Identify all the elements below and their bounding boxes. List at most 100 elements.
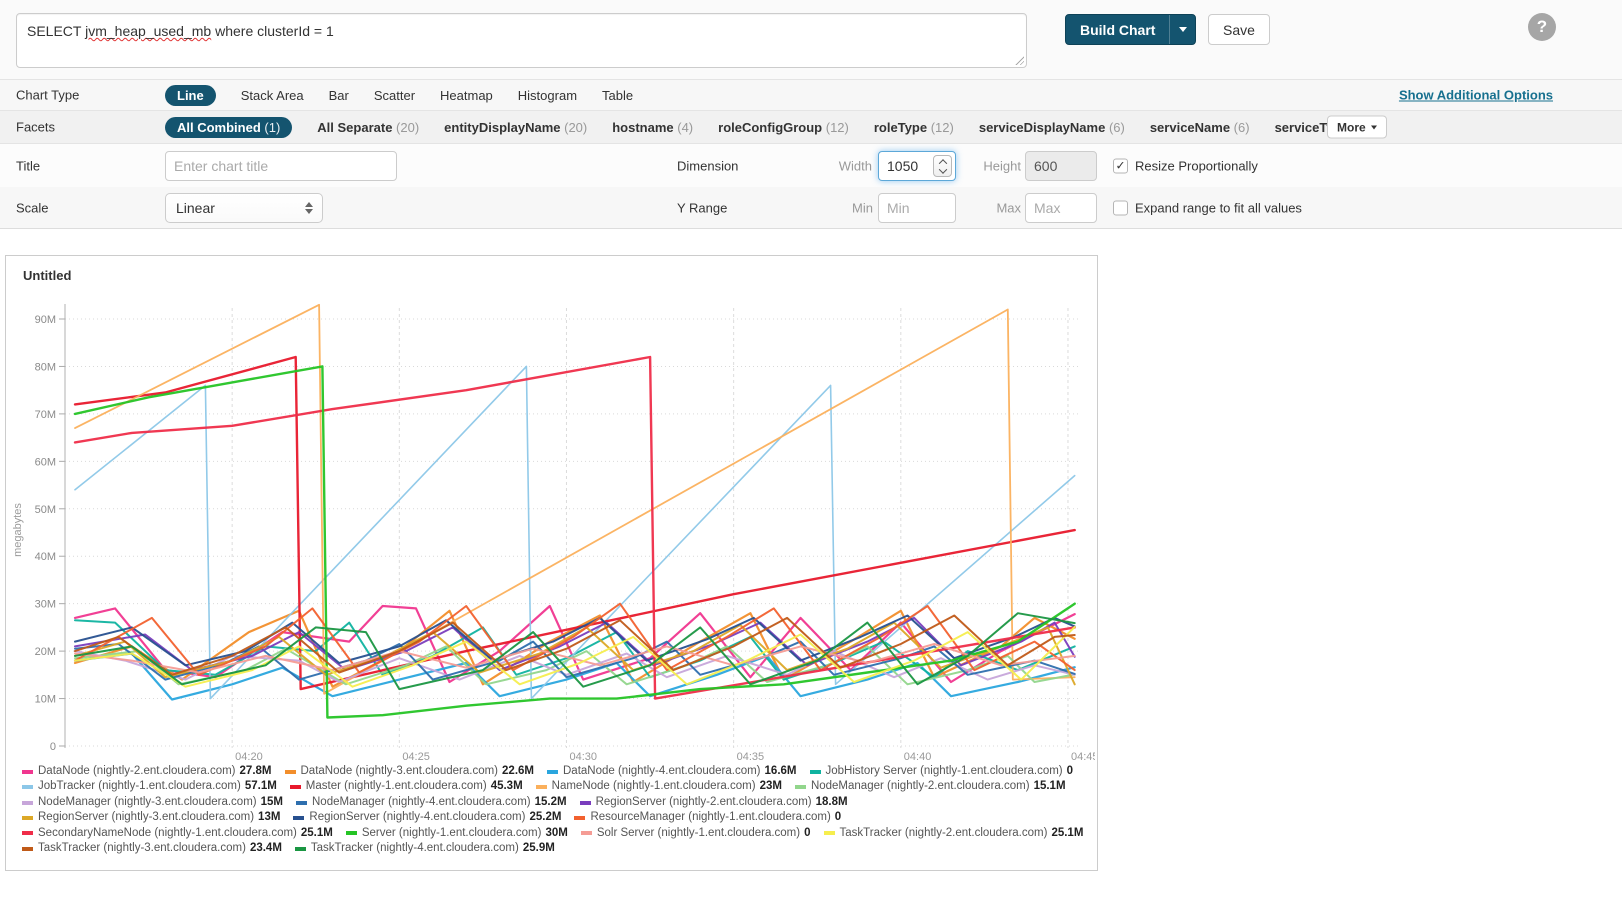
chart-type-tab[interactable]: Stack Area bbox=[241, 88, 304, 103]
facet-option[interactable]: hostname (4) bbox=[612, 120, 693, 135]
legend-item[interactable]: RegionServer (nightly-4.ent.cloudera.com… bbox=[293, 810, 561, 825]
legend-series-name: DataNode (nightly-4.ent.cloudera.com) bbox=[563, 764, 761, 779]
x-tick-label: 04:20 bbox=[235, 751, 263, 760]
resize-proportionally-checkbox[interactable]: ✓ bbox=[1113, 158, 1128, 173]
legend-item[interactable]: JobHistory Server (nightly-1.ent.clouder… bbox=[810, 764, 1074, 779]
chart-type-tab[interactable]: Scatter bbox=[374, 88, 415, 103]
build-chart-dropdown[interactable] bbox=[1169, 15, 1195, 44]
title-label: Title bbox=[16, 158, 40, 173]
legend-series-value: 0 bbox=[835, 810, 841, 825]
legend-series-name: DataNode (nightly-3.ent.cloudera.com) bbox=[301, 764, 499, 779]
help-icon[interactable]: ? bbox=[1528, 13, 1556, 41]
expand-range-label: Expand range to fit all values bbox=[1135, 200, 1302, 215]
legend-series-name: SecondaryNameNode (nightly-1.ent.clouder… bbox=[38, 826, 297, 841]
scale-select-value: Linear bbox=[176, 200, 215, 216]
legend-series-value: 25.1M bbox=[1051, 826, 1083, 841]
chart-type-tab[interactable]: Bar bbox=[329, 88, 349, 103]
expand-range-checkbox[interactable] bbox=[1113, 200, 1128, 215]
legend-series-value: 0 bbox=[804, 826, 810, 841]
textarea-resize-grip[interactable] bbox=[1014, 55, 1024, 65]
legend-item[interactable]: NodeManager (nightly-2.ent.cloudera.com)… bbox=[795, 779, 1066, 794]
legend-item[interactable]: SecondaryNameNode (nightly-1.ent.clouder… bbox=[22, 826, 333, 841]
legend-item[interactable]: ResourceManager (nightly-1.ent.cloudera.… bbox=[574, 810, 841, 825]
legend-series-name: Solr Server (nightly-1.ent.cloudera.com) bbox=[597, 826, 800, 841]
yrange-label: Y Range bbox=[677, 200, 727, 215]
facet-option[interactable]: All Combined (1) bbox=[165, 117, 292, 138]
facet-option[interactable]: All Separate (20) bbox=[317, 120, 419, 135]
chart-title-input[interactable] bbox=[165, 151, 397, 181]
height-input[interactable] bbox=[1025, 151, 1097, 181]
help-glyph: ? bbox=[1537, 17, 1547, 37]
legend-item[interactable]: RegionServer (nightly-3.ent.cloudera.com… bbox=[22, 810, 280, 825]
width-stepper[interactable] bbox=[933, 155, 952, 177]
legend-series-name: NodeManager (nightly-4.ent.cloudera.com) bbox=[312, 795, 531, 810]
legend-item[interactable]: Master (nightly-1.ent.cloudera.com)45.3M bbox=[290, 779, 523, 794]
chart-plot[interactable]: 010M20M30M40M50M60M70M80M90M04:2004:2504… bbox=[9, 290, 1095, 760]
legend-series-value: 25.9M bbox=[523, 841, 555, 856]
chart-type-tab[interactable]: Histogram bbox=[518, 88, 577, 103]
y-tick-label: 50M bbox=[35, 504, 56, 516]
x-tick-label: 04:35 bbox=[737, 751, 765, 760]
resize-proportionally-label: Resize Proportionally bbox=[1135, 158, 1258, 173]
legend-item[interactable]: NodeManager (nightly-3.ent.cloudera.com)… bbox=[22, 795, 283, 810]
legend-series-name: NameNode (nightly-1.ent.cloudera.com) bbox=[552, 779, 756, 794]
show-additional-options-link[interactable]: Show Additional Options bbox=[1399, 88, 1553, 103]
chart-type-tab[interactable]: Table bbox=[602, 88, 633, 103]
legend-swatch bbox=[580, 801, 591, 805]
ymin-input[interactable] bbox=[878, 193, 956, 223]
y-tick-label: 0 bbox=[50, 741, 56, 753]
x-tick-label: 04:40 bbox=[904, 751, 932, 760]
legend-series-name: NodeManager (nightly-3.ent.cloudera.com) bbox=[38, 795, 257, 810]
legend-series-name: NodeManager (nightly-2.ent.cloudera.com) bbox=[811, 779, 1030, 794]
scale-select[interactable]: Linear bbox=[165, 193, 323, 223]
scale-label: Scale bbox=[16, 200, 49, 215]
facet-option[interactable]: entityDisplayName (20) bbox=[444, 120, 587, 135]
y-tick-label: 20M bbox=[35, 646, 56, 658]
legend-series-value: 27.8M bbox=[240, 764, 272, 779]
query-input[interactable]: SELECT jvm_heap_used_mb where clusterId … bbox=[16, 13, 1027, 68]
legend-series-name: JobHistory Server (nightly-1.ent.clouder… bbox=[826, 764, 1063, 779]
legend-item[interactable]: TaskTracker (nightly-4.ent.cloudera.com)… bbox=[295, 841, 555, 856]
legend-item[interactable]: NameNode (nightly-1.ent.cloudera.com)23M bbox=[536, 779, 782, 794]
facets-more-button[interactable]: More bbox=[1327, 116, 1387, 139]
facet-option[interactable]: serviceName (6) bbox=[1150, 120, 1250, 135]
legend-item[interactable]: Solr Server (nightly-1.ent.cloudera.com)… bbox=[581, 826, 811, 841]
legend-item[interactable]: JobTracker (nightly-1.ent.cloudera.com)5… bbox=[22, 779, 277, 794]
legend-series-value: 0 bbox=[1067, 764, 1073, 779]
facet-option[interactable]: serviceDisplayName (6) bbox=[979, 120, 1125, 135]
legend-item[interactable]: NodeManager (nightly-4.ent.cloudera.com)… bbox=[296, 795, 567, 810]
legend-item[interactable]: TaskTracker (nightly-2.ent.cloudera.com)… bbox=[824, 826, 1084, 841]
facet-option[interactable]: roleConfigGroup (12) bbox=[718, 120, 849, 135]
legend-swatch bbox=[293, 816, 304, 820]
legend-item[interactable]: Server (nightly-1.ent.cloudera.com)30M bbox=[346, 826, 568, 841]
legend-item[interactable]: RegionServer (nightly-2.ent.cloudera.com… bbox=[580, 795, 848, 810]
legend-swatch bbox=[581, 831, 592, 835]
facet-option[interactable]: roleType (12) bbox=[874, 120, 954, 135]
legend-item[interactable]: DataNode (nightly-4.ent.cloudera.com)16.… bbox=[547, 764, 797, 779]
facets-row: Facets All Combined (1)All Separate (20)… bbox=[0, 111, 1622, 144]
legend-series-value: 30M bbox=[545, 826, 567, 841]
legend-item[interactable]: TaskTracker (nightly-3.ent.cloudera.com)… bbox=[22, 841, 282, 856]
legend-item[interactable]: DataNode (nightly-2.ent.cloudera.com) 27.… bbox=[22, 764, 272, 779]
x-tick-label: 04:30 bbox=[569, 751, 597, 760]
legend-series-name: RegionServer (nightly-2.ent.cloudera.com… bbox=[596, 795, 812, 810]
dimension-label: Dimension bbox=[677, 158, 738, 173]
chart-type-tab[interactable]: Line bbox=[165, 85, 216, 106]
legend-swatch bbox=[22, 785, 33, 789]
save-button[interactable]: Save bbox=[1208, 14, 1270, 45]
y-tick-label: 60M bbox=[35, 456, 56, 468]
legend-series-name: RegionServer (nightly-3.ent.cloudera.com… bbox=[38, 810, 254, 825]
y-tick-label: 80M bbox=[35, 361, 56, 373]
build-chart-button[interactable]: Build Chart bbox=[1065, 14, 1196, 45]
scale-yrange-row: Scale Linear Y Range Min Max Expand rang… bbox=[0, 187, 1622, 229]
legend-series-name: DataNode (nightly-2.ent.cloudera.com) bbox=[38, 764, 236, 779]
legend-series-value: 57.1M bbox=[245, 779, 277, 794]
query-row: SELECT jvm_heap_used_mb where clusterId … bbox=[0, 0, 1622, 80]
y-tick-label: 90M bbox=[35, 314, 56, 326]
legend-series-name: TaskTracker (nightly-2.ent.cloudera.com) bbox=[840, 826, 1048, 841]
chart-type-tab[interactable]: Heatmap bbox=[440, 88, 493, 103]
build-chart-label: Build Chart bbox=[1066, 15, 1169, 44]
ymax-input[interactable] bbox=[1025, 193, 1097, 223]
legend-item[interactable]: DataNode (nightly-3.ent.cloudera.com)22.… bbox=[285, 764, 535, 779]
width-label: Width bbox=[760, 158, 872, 173]
